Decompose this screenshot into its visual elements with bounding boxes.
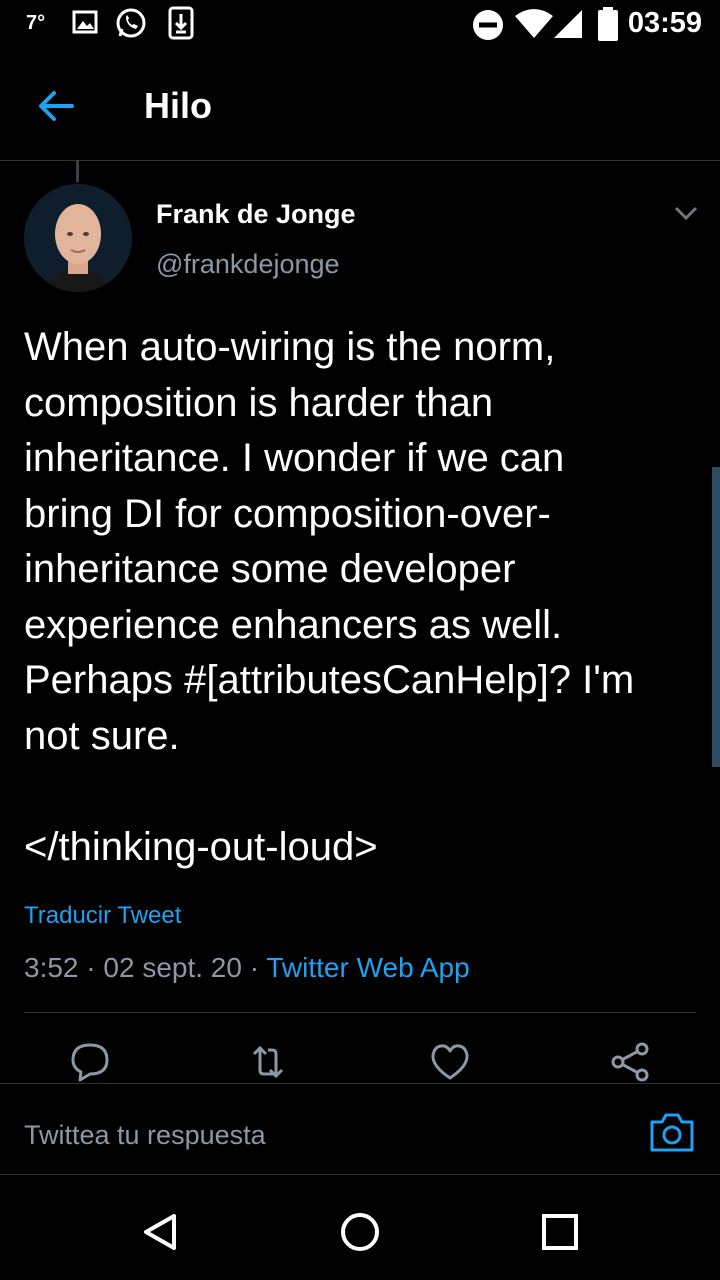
home-nav-icon[interactable] — [338, 1210, 382, 1254]
avatar[interactable] — [24, 184, 132, 292]
status-bar: 7° 03:59 — [0, 0, 720, 52]
tweet-text: When auto-wiring is the norm, compositio… — [24, 325, 635, 869]
share-icon[interactable] — [608, 1040, 652, 1084]
navigation-bar — [0, 1174, 720, 1280]
tweet-date: 02 sept. 20 — [103, 952, 242, 983]
retweet-icon[interactable] — [246, 1040, 290, 1084]
reply-bar: Twittea tu respuesta — [0, 1083, 720, 1175]
clock-text: 03:59 — [627, 7, 702, 39]
signal-icon — [554, 10, 582, 38]
temperature-text: 7° — [26, 12, 46, 34]
avatar-photo — [24, 184, 132, 292]
reply-icon[interactable] — [68, 1040, 112, 1084]
whatsapp-icon — [116, 8, 146, 38]
tweet-metadata: 3:52 · 02 sept. 20 · Twitter Web App — [24, 952, 470, 984]
camera-icon[interactable] — [648, 1110, 696, 1154]
download-icon — [168, 6, 194, 40]
page-title: Hilo — [144, 85, 212, 126]
heart-icon[interactable] — [428, 1040, 472, 1084]
meta-separator: · — [86, 952, 96, 983]
arrow-left-icon[interactable] — [36, 86, 76, 126]
tweet-source-link[interactable]: Twitter Web App — [266, 952, 469, 983]
chevron-down-icon[interactable] — [674, 204, 698, 222]
scrollbar[interactable] — [712, 467, 720, 767]
reply-input[interactable]: Twittea tu respuesta — [24, 1120, 266, 1151]
battery-icon — [598, 7, 618, 41]
meta-separator: · — [249, 952, 260, 983]
author-handle[interactable]: @frankdejonge — [156, 249, 340, 280]
author-name[interactable]: Frank de Jonge — [156, 199, 356, 230]
gallery-icon — [72, 10, 98, 34]
back-nav-icon[interactable] — [140, 1212, 180, 1252]
divider — [24, 1012, 696, 1013]
do-not-disturb-icon — [473, 10, 503, 40]
wifi-icon — [515, 9, 553, 38]
thread-connector-line — [76, 160, 79, 182]
tweet-time: 3:52 — [24, 952, 79, 983]
recents-nav-icon[interactable] — [540, 1212, 580, 1252]
app-bar: Hilo — [0, 52, 720, 161]
translate-tweet-link[interactable]: Traducir Tweet — [24, 902, 181, 930]
